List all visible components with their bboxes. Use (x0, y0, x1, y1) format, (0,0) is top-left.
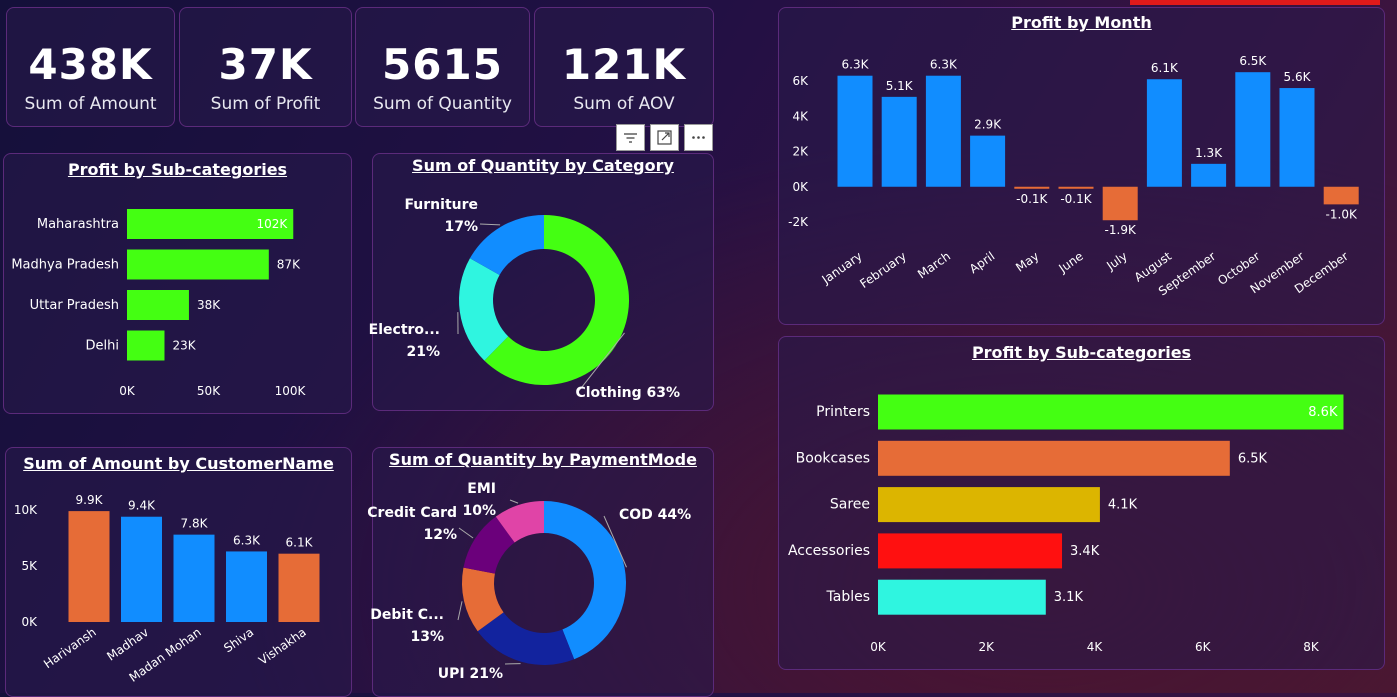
kpi-label: Sum of Quantity (356, 94, 529, 114)
chart-card-qty-payment[interactable]: Sum of Quantity by PaymentMode (372, 447, 714, 697)
focus-mode-button[interactable] (650, 124, 679, 151)
chart-title: Profit by Sub-categories (4, 160, 351, 179)
kpi-value: 37K (180, 42, 351, 88)
chart-title: Sum of Quantity by PaymentMode (373, 450, 713, 469)
kpi-card-profit[interactable]: 37K Sum of Profit (179, 7, 352, 127)
focus-mode-icon (651, 125, 678, 150)
chart-title: Sum of Quantity by Category (373, 156, 713, 175)
kpi-card-quantity[interactable]: 5615 Sum of Quantity (355, 7, 530, 127)
filter-button[interactable] (616, 124, 645, 151)
more-options-icon (685, 125, 712, 150)
kpi-value: 438K (7, 42, 174, 88)
kpi-label: Sum of AOV (535, 94, 713, 114)
chart-title: Profit by Month (779, 13, 1384, 32)
chart-card-profit-subcat[interactable]: Profit by Sub-categories (778, 336, 1385, 670)
more-options-button[interactable] (684, 124, 713, 151)
kpi-value: 5615 (356, 42, 529, 88)
chart-card-qty-category[interactable]: Sum of Quantity by Category (372, 153, 714, 411)
kpi-value: 121K (535, 42, 713, 88)
chart-card-amount-customer[interactable]: Sum of Amount by CustomerName (5, 447, 352, 697)
chart-title: Sum of Amount by CustomerName (6, 454, 351, 473)
kpi-card-amount[interactable]: 438K Sum of Amount (6, 7, 175, 127)
chart-title: Profit by Sub-categories (779, 343, 1384, 362)
kpi-card-aov[interactable]: 121K Sum of AOV (534, 7, 714, 127)
kpi-label: Sum of Profit (180, 94, 351, 114)
kpi-label: Sum of Amount (7, 94, 174, 114)
chart-card-profit-month[interactable]: Profit by Month (778, 7, 1385, 325)
chart-card-state-profit[interactable]: Profit by Sub-categories (3, 153, 352, 414)
filter-icon (617, 125, 644, 150)
top-accent-bar (1130, 0, 1380, 5)
